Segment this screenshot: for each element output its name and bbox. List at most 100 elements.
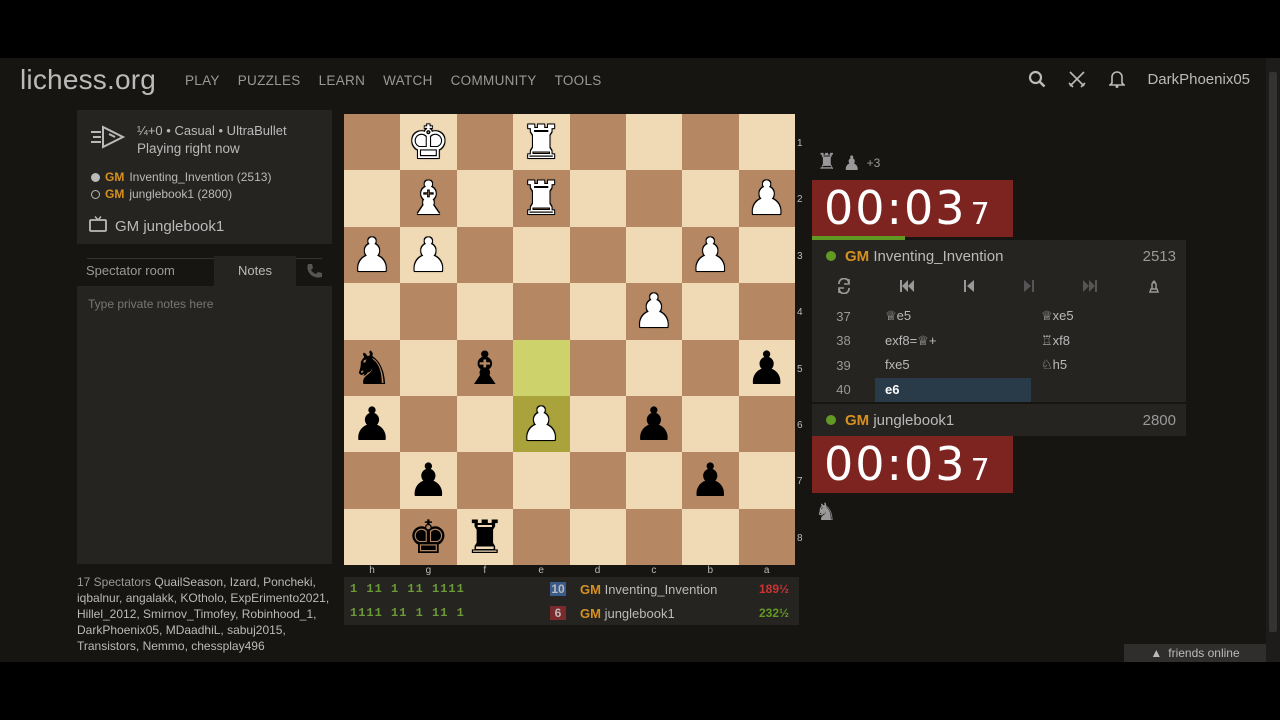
black-king-g8[interactable]: ♚ (400, 509, 456, 565)
move-black[interactable]: ♖xf8 (1031, 333, 1181, 349)
square-c8[interactable] (625, 508, 683, 566)
scrollbar-thumb[interactable] (1269, 72, 1277, 632)
square-e8[interactable] (513, 508, 570, 566)
black-pawn-g7[interactable]: ♟ (400, 452, 456, 508)
black-rook-f8[interactable]: ♜ (457, 509, 513, 565)
square-d4[interactable] (569, 283, 626, 340)
move-white[interactable]: exf8=♕+ (875, 329, 1031, 353)
first-move-icon[interactable] (899, 279, 915, 298)
square-c5[interactable] (625, 339, 683, 396)
white-pawn-b3[interactable]: ♟ (682, 227, 738, 283)
black-player-info[interactable]: GM junglebook1 (2800) (91, 187, 232, 201)
nav-tools[interactable]: TOOLS (555, 73, 602, 88)
user-menu[interactable]: DarkPhoenix05 (1147, 71, 1250, 88)
bell-icon[interactable] (1107, 69, 1127, 89)
square-c7[interactable] (625, 452, 683, 509)
square-a4[interactable] (738, 283, 796, 340)
black-pawn-h6[interactable]: ♟ (344, 396, 400, 452)
square-b2[interactable] (682, 170, 739, 227)
square-a3[interactable] (738, 226, 796, 284)
nav-puzzles[interactable]: PUZZLES (238, 73, 301, 88)
swords-icon[interactable] (1067, 69, 1087, 89)
black-bishop-f5[interactable]: ♝ (457, 340, 513, 396)
square-c3[interactable] (625, 226, 683, 284)
square-b1[interactable] (682, 114, 739, 171)
last-move-icon[interactable] (1082, 279, 1098, 298)
next-move-icon[interactable] (1023, 279, 1035, 298)
white-rook-e1[interactable]: ♜ (513, 114, 569, 170)
tab-spectator-room[interactable]: Spectator room (77, 256, 214, 286)
square-h2[interactable] (344, 170, 401, 227)
white-pawn-g3[interactable]: ♟ (400, 227, 456, 283)
analysis-icon[interactable] (1146, 278, 1162, 299)
square-h4[interactable] (344, 283, 401, 340)
white-pawn-a2[interactable]: ♟ (739, 170, 795, 226)
square-a6[interactable] (738, 395, 796, 453)
notes-textarea[interactable]: Type private notes here (77, 286, 332, 564)
nav-learn[interactable]: LEARN (319, 73, 366, 88)
move-black[interactable]: ♘h5 (1031, 357, 1181, 373)
square-d5[interactable] (569, 339, 626, 396)
square-f2[interactable] (456, 170, 514, 227)
square-e4[interactable] (513, 283, 570, 340)
move-white[interactable]: fxe5 (875, 353, 1031, 377)
square-c2[interactable] (625, 170, 683, 227)
white-bishop-g2[interactable]: ♝ (400, 170, 456, 226)
square-a8[interactable] (738, 508, 796, 566)
square-f7[interactable] (456, 452, 514, 509)
square-e7[interactable] (513, 452, 570, 509)
black-pawn-c6[interactable]: ♟ (626, 396, 682, 452)
square-f1[interactable] (456, 114, 514, 171)
square-b4[interactable] (682, 283, 739, 340)
square-d8[interactable] (569, 508, 626, 566)
black-pawn-b7[interactable]: ♟ (682, 452, 738, 508)
square-h8[interactable] (344, 508, 401, 566)
square-a1[interactable] (738, 114, 796, 171)
square-g6[interactable] (400, 395, 457, 453)
square-d7[interactable] (569, 452, 626, 509)
score-row-white[interactable]: 1 11 1 11 1111 10 GM Inventing_Invention… (344, 577, 799, 601)
flip-board-icon[interactable] (836, 277, 852, 299)
square-b6[interactable] (682, 395, 739, 453)
move-white[interactable]: ♕e5 (875, 304, 1031, 328)
score-row-black[interactable]: 1111 11 1 11 1 6 GM junglebook1 232½ (344, 601, 799, 625)
square-h1[interactable] (344, 114, 401, 171)
white-king-g1[interactable]: ♚ (400, 114, 456, 170)
square-f4[interactable] (456, 283, 514, 340)
search-icon[interactable] (1027, 69, 1047, 89)
prev-move-icon[interactable] (963, 279, 975, 298)
square-c1[interactable] (625, 114, 683, 171)
move-black[interactable]: ♕xe5 (1031, 308, 1181, 324)
square-h7[interactable] (344, 452, 401, 509)
nav-watch[interactable]: WATCH (383, 73, 433, 88)
white-pawn-c4[interactable]: ♟ (626, 283, 682, 339)
square-d1[interactable] (569, 114, 626, 171)
nav-community[interactable]: COMMUNITY (451, 73, 537, 88)
friends-online-button[interactable]: ▲ friends online (1124, 644, 1266, 662)
tab-notes[interactable]: Notes (214, 256, 296, 286)
white-pawn-h3[interactable]: ♟ (344, 227, 400, 283)
player-row-top[interactable]: GM Inventing_Invention 2513 (812, 240, 1186, 272)
square-f6[interactable] (456, 395, 514, 453)
black-knight-h5[interactable]: ♞ (344, 340, 400, 396)
square-f3[interactable] (456, 226, 514, 284)
square-e3[interactable] (513, 226, 570, 284)
square-g4[interactable] (400, 283, 457, 340)
square-d6[interactable] (569, 395, 626, 453)
square-g5[interactable] (400, 339, 457, 396)
square-a7[interactable] (738, 452, 796, 509)
move-white-current[interactable]: e6 (875, 377, 1031, 402)
chess-board[interactable]: ♚ ♜ ♝ ♜ ♟ ♟ ♟ ♟ ♟ ♞ ♝ ♟ ♟ ♟ ♟ ♟ ♟ ♚ ♜ (344, 114, 796, 566)
square-e5[interactable] (513, 339, 570, 396)
white-rook-e2[interactable]: ♜ (513, 170, 569, 226)
white-pawn-e6[interactable]: ♟ (513, 396, 569, 452)
white-player-info[interactable]: GM Inventing_Invention (2513) (91, 170, 271, 184)
site-logo[interactable]: lichess.org (20, 64, 156, 96)
phone-icon[interactable] (305, 262, 323, 285)
square-b5[interactable] (682, 339, 739, 396)
square-b8[interactable] (682, 508, 739, 566)
page-scrollbar[interactable] (1266, 58, 1280, 662)
nav-play[interactable]: PLAY (185, 73, 220, 88)
tv-channel[interactable]: GM junglebook1 (89, 216, 224, 236)
player-row-bottom[interactable]: GM junglebook1 2800 (812, 404, 1186, 436)
